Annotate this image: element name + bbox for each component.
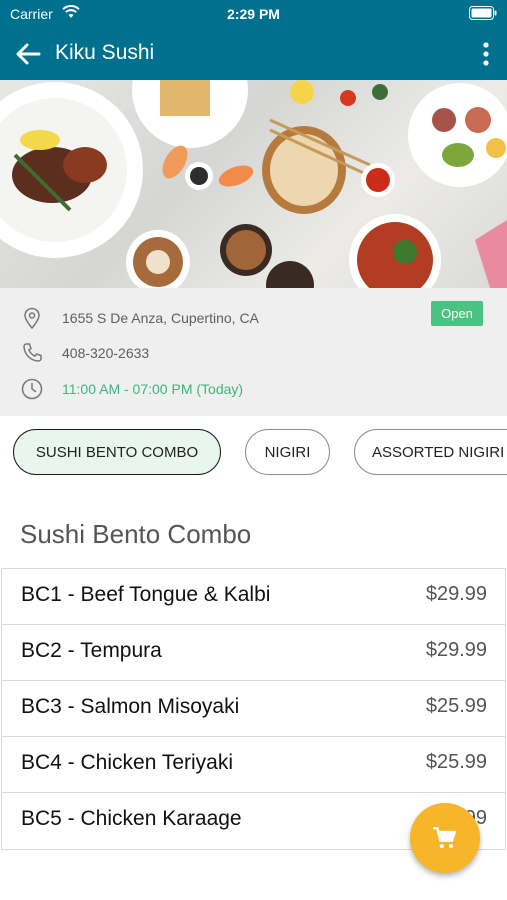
more-vertical-icon[interactable] — [481, 41, 491, 67]
menu-item-price: $29.99 — [425, 639, 487, 661]
menu-item[interactable]: BC1 - Beef Tongue & Kalbi $29.99 — [2, 569, 505, 625]
phone-text: 408-320-2633 — [62, 345, 150, 361]
menu-item[interactable]: BC4 - Chicken Teriyaki $25.99 — [2, 737, 505, 793]
hours-text: 11:00 AM - 07:00 PM (Today) — [62, 381, 244, 397]
address-text: 1655 S De Anza, Cupertino, CA — [62, 310, 259, 326]
status-bar: Carrier 2:29 PM — [0, 0, 507, 28]
open-status-badge: Open — [431, 301, 483, 326]
menu-item-price: $29.99 — [425, 583, 487, 605]
battery-icon — [469, 6, 497, 20]
menu-item-name: BC5 - Chicken Karaage — [21, 807, 242, 830]
back-arrow-icon[interactable] — [14, 40, 42, 68]
cart-icon — [432, 827, 456, 849]
menu-item-price: $25.99 — [425, 751, 487, 773]
cart-button[interactable] — [410, 803, 480, 873]
section-title: Sushi Bento Combo — [20, 519, 252, 549]
menu-item-name: BC3 - Salmon Misoyaki — [21, 695, 240, 718]
address-row[interactable]: 1655 S De Anza, Cupertino, CA — [20, 305, 259, 331]
menu-item[interactable]: BC2 - Tempura $29.99 — [2, 625, 505, 681]
food-spread-illustration — [0, 80, 507, 288]
clock-time: 2:29 PM — [227, 6, 280, 22]
menu-item-name: BC4 - Chicken Teriyaki — [21, 751, 234, 774]
hours-row: 11:00 AM - 07:00 PM (Today) — [20, 376, 243, 402]
category-tabs: SUSHI BENTO COMBO NIGIRI ASSORTED NIGIRI — [0, 416, 507, 492]
app-header: Carrier 2:29 PM Kiku Sushi — [0, 0, 507, 80]
restaurant-info-panel: 1655 S De Anza, Cupertino, CA Open 408-3… — [0, 288, 507, 416]
tab-sushi-bento-combo[interactable]: SUSHI BENTO COMBO — [13, 429, 221, 475]
tab-assorted-nigiri[interactable]: ASSORTED NIGIRI — [354, 429, 507, 475]
nav-bar: Kiku Sushi — [0, 28, 507, 80]
clock-icon — [21, 378, 43, 400]
location-pin-icon — [24, 307, 40, 330]
menu-item-name: BC1 - Beef Tongue & Kalbi — [21, 583, 271, 606]
phone-icon — [23, 343, 42, 362]
menu-item-price: $25.99 — [425, 695, 487, 717]
menu-item[interactable]: BC3 - Salmon Misoyaki $25.99 — [2, 681, 505, 737]
menu-item-name: BC2 - Tempura — [21, 639, 162, 662]
tab-nigiri[interactable]: NIGIRI — [245, 429, 330, 475]
page-title: Kiku Sushi — [55, 41, 155, 64]
restaurant-hero-image — [0, 80, 507, 288]
phone-row[interactable]: 408-320-2633 — [20, 340, 149, 366]
